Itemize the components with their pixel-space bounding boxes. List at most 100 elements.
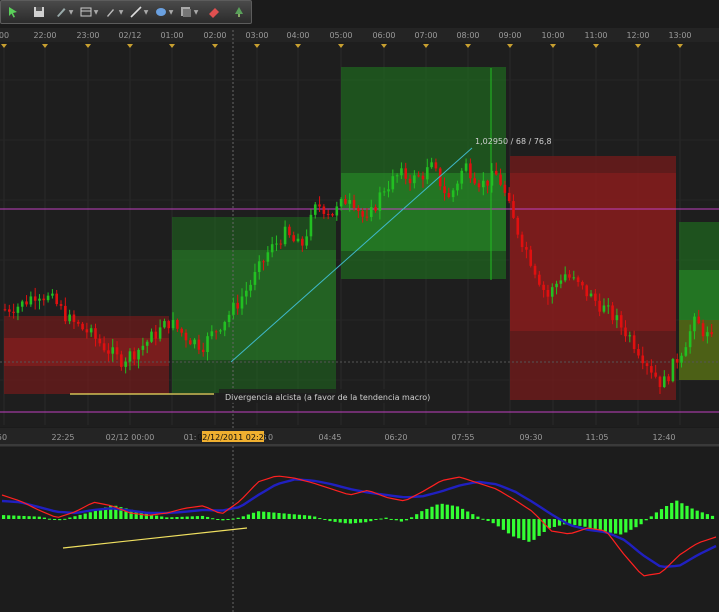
pen-tool-button[interactable]: ▼: [101, 3, 126, 21]
bear-zone-core: [510, 173, 676, 331]
candle-body: [628, 335, 632, 337]
candle-body: [292, 235, 296, 242]
candle-body: [348, 200, 352, 204]
top-axis-tick-label: 06:00: [372, 31, 395, 40]
histogram-bar: [665, 506, 669, 519]
candle-body: [124, 361, 127, 367]
top-axis-tick-label: 02/12: [118, 31, 141, 40]
histogram-bar: [2, 515, 6, 519]
histogram-bar: [634, 519, 638, 528]
top-axis-tick-label: 10:00: [541, 31, 564, 40]
histogram-bar: [690, 508, 694, 519]
candle-body: [335, 206, 339, 216]
candle-body: [301, 238, 304, 246]
candle-body: [688, 331, 692, 348]
candle-body: [662, 376, 666, 387]
candle-body: [473, 178, 476, 184]
histogram-bar: [654, 512, 658, 519]
candle-body: [425, 167, 429, 180]
candle-body: [3, 309, 7, 311]
bottom-axis-tick-label: 22:25: [51, 433, 74, 442]
histogram-bar: [588, 519, 592, 529]
histogram-bar: [440, 503, 444, 519]
chevron-down-icon: ▼: [193, 8, 199, 16]
candle-body: [606, 305, 610, 307]
histogram-bar: [328, 519, 332, 522]
candle-body: [529, 249, 533, 266]
histogram-bar: [476, 516, 480, 519]
histogram-bar: [226, 519, 230, 520]
histogram-bar: [517, 519, 521, 539]
candle-body: [369, 207, 373, 217]
save-button[interactable]: [26, 3, 51, 21]
candle-body: [697, 316, 701, 324]
candle-body: [675, 359, 679, 363]
candle-body: [206, 336, 209, 353]
chart-canvas[interactable]: 00 22:00 23:00 02/12 01:00 02:00 03:00 04:00 05:…: [0, 0, 719, 612]
candle-body: [227, 314, 231, 322]
histogram-bar: [389, 518, 393, 520]
histogram-bar: [287, 513, 291, 519]
candle-body: [624, 327, 627, 337]
top-axis-tick-label: 11:00: [584, 31, 607, 40]
top-axis-tick-label: 00: [0, 31, 9, 40]
candle-body: [296, 238, 300, 242]
candle-body: [145, 341, 149, 346]
candle-body: [512, 201, 515, 218]
histogram-bar: [532, 519, 536, 540]
candle-body: [107, 350, 110, 354]
histogram-bar: [537, 519, 541, 536]
histogram-bar: [369, 519, 373, 522]
candle-body: [331, 214, 334, 216]
candle-body: [46, 295, 50, 301]
histogram-bar: [180, 516, 184, 519]
eraser-button[interactable]: [201, 3, 226, 21]
tree-button[interactable]: [226, 3, 251, 21]
histogram-bar: [313, 516, 317, 519]
histogram-bar: [257, 511, 261, 519]
template-button[interactable]: ▼: [176, 3, 201, 21]
candle-body: [499, 174, 502, 185]
bottom-axis-tick-label: 07:55: [451, 433, 474, 442]
candle-body: [395, 175, 399, 177]
candle-body: [232, 302, 235, 315]
histogram-bar: [608, 519, 613, 533]
histogram-bar: [461, 508, 465, 519]
candle-body: [76, 321, 80, 324]
candle-body: [550, 287, 554, 297]
candle-body: [572, 277, 576, 279]
layout-icon: [80, 7, 92, 17]
layout-button[interactable]: ▼: [76, 3, 101, 21]
candle-body: [223, 321, 227, 331]
shape-ellipse-button[interactable]: ▼: [151, 3, 176, 21]
histogram-bar: [359, 519, 363, 523]
histogram-bar: [68, 517, 72, 519]
arrow-cursor-icon: [8, 7, 17, 18]
histogram-bar: [292, 514, 296, 519]
histogram-bar: [353, 519, 358, 524]
candle-body: [154, 331, 158, 339]
candle-body: [421, 175, 425, 180]
histogram-bar: [394, 519, 398, 521]
candle-body: [85, 329, 89, 333]
candle-body: [240, 296, 244, 309]
draw-pencil-button[interactable]: ▼: [51, 3, 76, 21]
candle-body: [102, 343, 106, 351]
candle-body: [25, 301, 28, 305]
candle-body: [447, 193, 451, 198]
histogram-bar: [512, 519, 516, 537]
histogram-bar: [267, 512, 271, 519]
arrow-cursor-button[interactable]: [1, 3, 26, 21]
histogram-bar: [338, 519, 342, 523]
line-tool-button[interactable]: ▼: [126, 3, 151, 21]
histogram-bar: [297, 514, 301, 519]
candle-body: [163, 321, 166, 328]
candle-body: [520, 234, 524, 248]
candle-body: [81, 323, 84, 330]
top-axis-tick-label: 02:00: [203, 31, 226, 40]
candle-body: [482, 180, 485, 188]
candle-body: [477, 183, 481, 188]
candle-body: [111, 347, 115, 354]
candle-body: [585, 285, 589, 297]
top-axis-tick-label: 09:00: [498, 31, 521, 40]
